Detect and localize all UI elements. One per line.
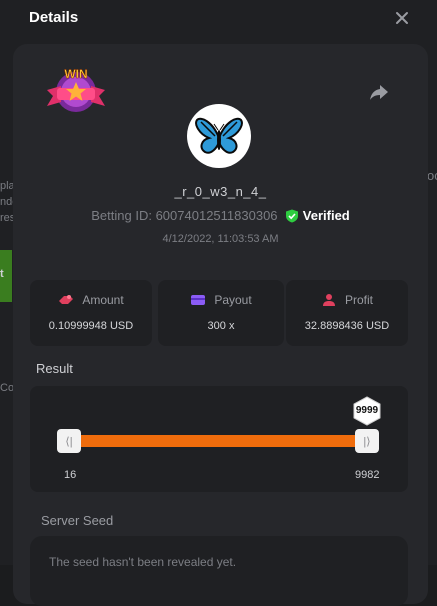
- stat-profit: Profit 32.8898436 USD: [286, 280, 408, 346]
- range-max-handle[interactable]: |⟩: [355, 429, 379, 453]
- background-text: Co: [0, 382, 15, 394]
- share-button[interactable]: [368, 81, 390, 103]
- stat-amount: Amount 0.10999948 USD: [30, 280, 152, 346]
- stat-payout: Payout 300 x: [158, 280, 284, 346]
- range-min-label: 16: [64, 469, 77, 481]
- background-text: oo: [427, 168, 437, 183]
- range-min-handle[interactable]: ⟨|: [57, 429, 81, 453]
- stat-payout-value: 300 x: [207, 320, 235, 332]
- stat-payout-label: Payout: [214, 293, 252, 307]
- server-seed-box: The seed hasn't been revealed yet.: [30, 536, 408, 606]
- drag-handle-icon: ⟨|: [65, 435, 73, 448]
- server-seed-text: The seed hasn't been revealed yet.: [49, 555, 237, 569]
- background-text: t: [0, 268, 4, 280]
- win-badge-text: WIN: [64, 67, 87, 81]
- betting-id-value: 60074012511830306: [155, 208, 278, 223]
- betting-id-label: Betting ID:: [91, 208, 152, 223]
- range-max-label: 9982: [355, 469, 380, 481]
- result-slider: ⟨| |⟩ 9999 16 9982: [30, 386, 408, 492]
- stat-amount-label: Amount: [82, 293, 124, 307]
- bet-timestamp: 4/12/2022, 11:03:53 AM: [162, 233, 279, 245]
- avatar: [187, 104, 251, 168]
- betting-id-row: Betting ID: 60074012511830306 Verified: [13, 208, 428, 223]
- drag-handle-icon: |⟩: [363, 435, 371, 448]
- win-badge: WIN: [43, 64, 109, 116]
- verified-label: Verified: [302, 208, 350, 223]
- details-modal: pla ndo res t Co oo Details WIN: [0, 0, 437, 606]
- bet-details-card: WIN _r_0_w3_n_4_ Betting ID: 60074012511…: [13, 44, 428, 606]
- amount-icon: [59, 295, 74, 304]
- modal-title: Details: [29, 9, 79, 26]
- stat-profit-label: Profit: [344, 293, 373, 307]
- result-label: Result: [36, 361, 73, 376]
- result-value: 9999: [355, 405, 379, 416]
- butterfly-icon: [195, 117, 243, 154]
- share-icon: [370, 85, 388, 100]
- payout-card-icon: [191, 295, 206, 305]
- username: _r_0_w3_n_4_: [174, 184, 267, 199]
- win-badge-icon: WIN: [47, 67, 105, 112]
- server-seed-label: Server Seed: [41, 513, 114, 528]
- verified-shield-icon: [286, 209, 299, 223]
- profit-icon: [322, 294, 335, 306]
- close-button[interactable]: [392, 8, 412, 28]
- close-icon: [396, 12, 408, 24]
- stat-profit-value: 32.8898436 USD: [304, 320, 390, 332]
- stat-amount-value: 0.10999948 USD: [48, 320, 134, 332]
- result-range-track: [75, 435, 368, 447]
